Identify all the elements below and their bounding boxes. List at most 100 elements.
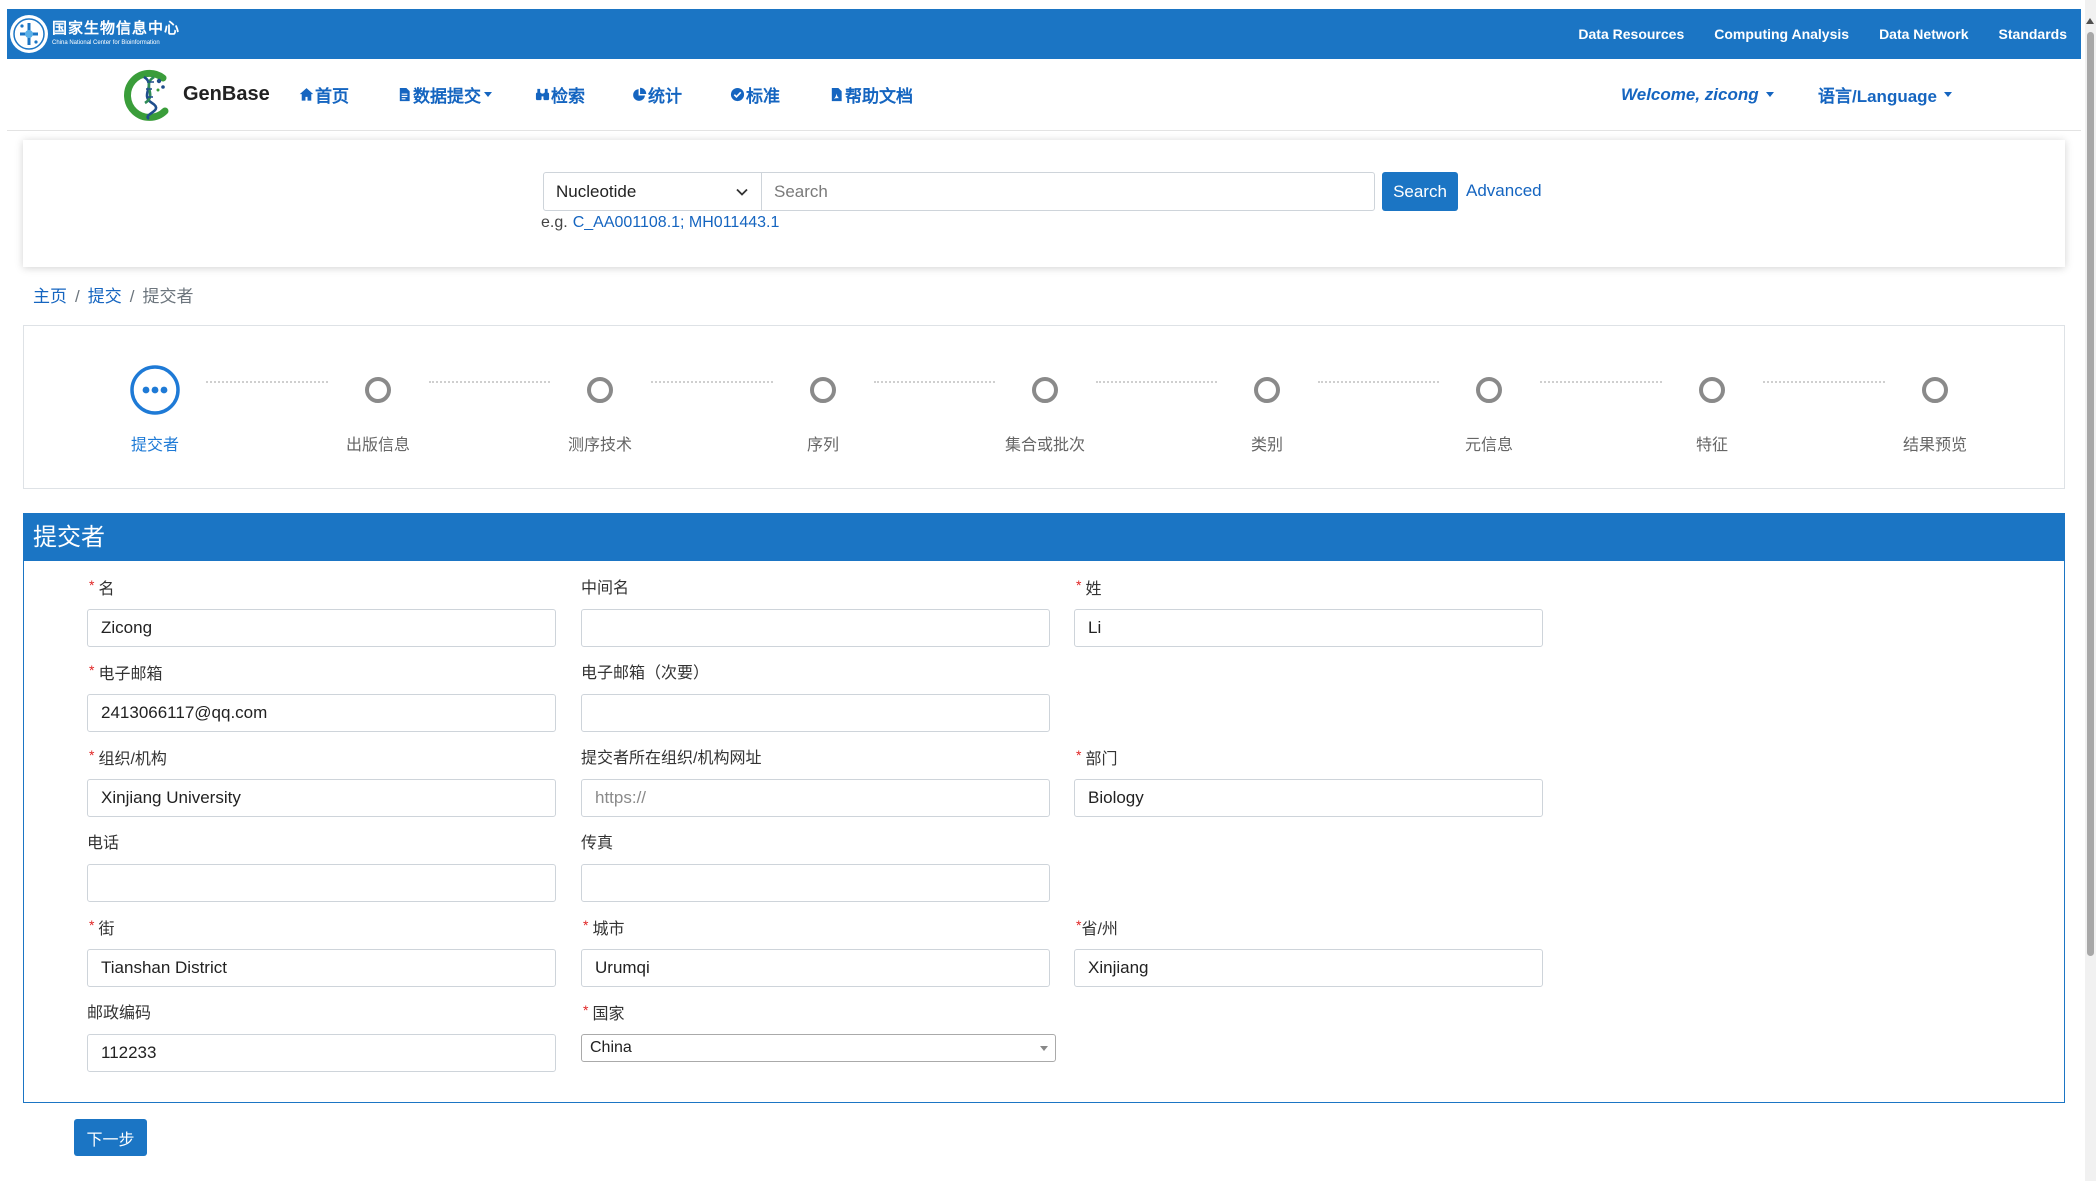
ncbi-logo-icon[interactable] (9, 14, 49, 54)
caret-down-icon (484, 92, 492, 97)
step-features[interactable]: 特征 (1622, 326, 1802, 488)
step-category[interactable]: 类别 (1177, 326, 1357, 488)
example-ids-link[interactable]: C_AA001108.1; MH011443.1 (573, 214, 780, 231)
field-street: * 街 (87, 917, 556, 987)
postal-code-input[interactable] (87, 1034, 556, 1072)
advanced-search-link[interactable]: Advanced (1466, 180, 1542, 202)
phone-input[interactable] (87, 864, 556, 902)
header-link-computing-analysis[interactable]: Computing Analysis (1714, 26, 1849, 42)
brand-name[interactable]: GenBase (183, 82, 270, 106)
top-header-bar: 国家生物信息中心 China National Center for Bioin… (7, 9, 2081, 59)
database-select[interactable]: Nucleotide (543, 172, 762, 211)
field-last-name: * 姓 (1074, 577, 1543, 647)
nav-item-help-docs[interactable]: 帮助文档 (829, 59, 913, 130)
step-label: 特征 (1695, 437, 1728, 454)
circle-icon (365, 377, 391, 403)
label-text: 城市 (592, 921, 625, 938)
circle-icon (1922, 377, 1948, 403)
required-mark: * (89, 662, 95, 678)
city-input[interactable] (581, 949, 1050, 987)
scroll-up-arrow-icon[interactable] (2086, 18, 2094, 24)
header-link-data-network[interactable]: Data Network (1879, 26, 1968, 42)
label-text: 部门 (1085, 751, 1118, 768)
search-input[interactable] (761, 172, 1375, 211)
email-secondary-input[interactable] (581, 694, 1050, 732)
step-label: 测序技术 (567, 437, 632, 454)
org-subtitle: China National Center for Bioinformation (52, 40, 160, 46)
org-name[interactable]: 国家生物信息中心 (52, 20, 180, 38)
required-mark: * (583, 1002, 589, 1018)
required-mark: * (583, 917, 589, 933)
first-name-input[interactable] (87, 609, 556, 647)
breadcrumb-separator: / (129, 287, 135, 306)
fax-input[interactable] (581, 864, 1050, 902)
label-text: 街 (98, 921, 115, 938)
nav-item-statistics[interactable]: 统计 (632, 59, 682, 130)
field-organization-url: 提交者所在组织/机构网址 (581, 749, 1050, 817)
search-example: e.g. C_AA001108.1; MH011443.1 (541, 213, 779, 233)
middle-name-input[interactable] (581, 609, 1050, 647)
step-sequence[interactable]: 序列 (733, 326, 913, 488)
file-pdf-icon (831, 87, 842, 102)
check-circle-icon (730, 87, 745, 102)
department-input[interactable] (1074, 779, 1543, 817)
country-select-value: China (590, 1039, 632, 1056)
field-email-secondary: 电子邮箱（次要） (581, 664, 1050, 732)
fax-label: 传真 (581, 835, 614, 852)
scrollbar-thumb[interactable] (2087, 32, 2094, 956)
caret-down-icon (1944, 92, 1953, 97)
header-links: Data Resources Computing Analysis Data N… (1578, 9, 2067, 59)
breadcrumb-separator: / (75, 287, 80, 306)
circle-icon (810, 377, 836, 403)
step-sequencing-tech[interactable]: 测序技术 (510, 326, 690, 488)
nav-item-label: 标准 (746, 87, 780, 106)
organization-url-input[interactable] (581, 779, 1050, 817)
chevron-down-icon (736, 188, 748, 196)
organization-input[interactable] (87, 779, 556, 817)
email-label: * 电子邮箱 (87, 662, 162, 685)
step-label: 提交者 (130, 437, 179, 454)
step-metadata[interactable]: 元信息 (1399, 326, 1579, 488)
step-label: 元信息 (1464, 437, 1513, 454)
search-button[interactable]: Search (1382, 172, 1458, 211)
step-set-or-batch[interactable]: 集合或批次 (955, 326, 1135, 488)
nav-item-standards[interactable]: 标准 (730, 59, 780, 130)
street-input[interactable] (87, 949, 556, 987)
street-label: * 街 (87, 917, 115, 940)
language-menu[interactable]: 语言/Language (1818, 59, 1953, 130)
country-select[interactable]: China (581, 1034, 1056, 1062)
submission-steps: 提交者 出版信息 测序技术 序列 集合或批次 类别 元信息 特征 结果预览 (23, 325, 2065, 489)
field-fax: 传真 (581, 834, 1050, 902)
phone-label: 电话 (87, 835, 120, 852)
step-publication[interactable]: 出版信息 (288, 326, 468, 488)
field-city: * 城市 (581, 917, 1050, 987)
header-link-standards[interactable]: Standards (1999, 26, 2067, 42)
step-submitter[interactable]: 提交者 (65, 326, 245, 488)
genbase-logo-icon[interactable] (120, 67, 176, 123)
nav-item-label: 检索 (551, 87, 585, 106)
required-mark: * (1076, 577, 1082, 593)
nav-item-search[interactable]: 检索 (535, 59, 585, 130)
label-text: 名 (98, 581, 115, 598)
page-scrollbar[interactable] (2085, 0, 2096, 1181)
state-label: *省/州 (1074, 917, 1118, 940)
organization-url-label: 提交者所在组织/机构网址 (581, 750, 762, 767)
nav-item-submit[interactable]: 数据提交 (397, 59, 492, 130)
panel-title: 提交者 (24, 514, 2064, 561)
nav-item-home[interactable]: 首页 (299, 59, 349, 130)
header-link-data-resources[interactable]: Data Resources (1578, 26, 1684, 42)
email-secondary-label: 电子邮箱（次要） (581, 665, 710, 682)
email-input[interactable] (87, 694, 556, 732)
user-menu[interactable]: Welcome, zicong (1621, 59, 1774, 130)
ellipsis-circle-icon (130, 365, 180, 415)
step-preview[interactable]: 结果预览 (1845, 326, 2025, 488)
next-step-button[interactable]: 下一步 (74, 1119, 147, 1156)
binoculars-icon (535, 88, 550, 101)
state-input[interactable] (1074, 949, 1543, 987)
nav-item-label: 首页 (315, 87, 349, 106)
breadcrumb-submit[interactable]: 提交 (88, 286, 122, 308)
breadcrumb-home[interactable]: 主页 (33, 286, 67, 308)
last-name-input[interactable] (1074, 609, 1543, 647)
main-navbar: GenBase 首页 数据提交 检索 统计 标准 帮助文档 Welcome, z… (7, 59, 2081, 131)
required-mark: * (89, 917, 95, 933)
